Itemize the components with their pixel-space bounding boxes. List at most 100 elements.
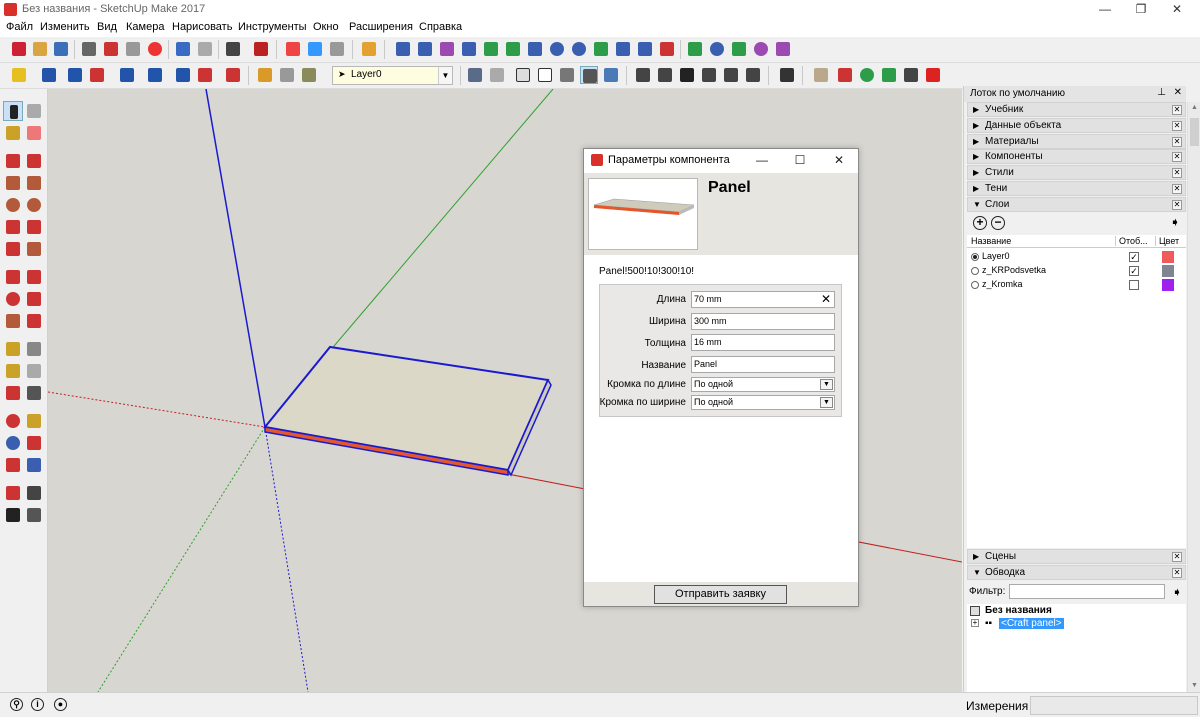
- menu-extensions[interactable]: Расширения: [349, 21, 413, 33]
- active-layer-radio[interactable]: [971, 281, 979, 289]
- section-shadows[interactable]: ▶ Тени ✕: [967, 181, 1186, 196]
- copy-icon[interactable]: [102, 40, 120, 58]
- move-up-icon[interactable]: [40, 66, 58, 84]
- offset-icon[interactable]: [24, 311, 44, 331]
- push-pull-icon[interactable]: [24, 267, 44, 287]
- front-view-icon[interactable]: [678, 66, 696, 84]
- circle-icon[interactable]: [3, 195, 23, 215]
- rotate-icon[interactable]: [3, 289, 23, 309]
- visibility-checkbox[interactable]: ✓: [1129, 266, 1139, 276]
- curve2-tool-icon[interactable]: [438, 40, 456, 58]
- stack-icon[interactable]: [66, 66, 84, 84]
- close-icon[interactable]: ✕: [1172, 184, 1182, 194]
- left-view-icon[interactable]: [744, 66, 762, 84]
- pencil-icon[interactable]: [360, 40, 378, 58]
- hidden-line-icon[interactable]: [536, 66, 554, 84]
- arc2-icon[interactable]: [24, 217, 44, 237]
- previous-view-icon[interactable]: [24, 455, 44, 475]
- monochrome-icon[interactable]: [602, 66, 620, 84]
- close-icon[interactable]: ✕: [1172, 152, 1182, 162]
- paste-icon[interactable]: [124, 40, 142, 58]
- rotate-left-icon[interactable]: [174, 66, 192, 84]
- width-input[interactable]: 300 mm: [691, 313, 835, 330]
- zoom-window-icon[interactable]: [24, 433, 44, 453]
- menu-view[interactable]: Вид: [97, 21, 117, 33]
- look-around-icon[interactable]: [24, 483, 44, 503]
- eraser-icon[interactable]: [24, 123, 44, 143]
- menu-tools[interactable]: Инструменты: [238, 21, 307, 33]
- section-plane-icon[interactable]: [24, 505, 44, 525]
- close-icon[interactable]: ✕: [1172, 552, 1182, 562]
- paint-bucket-icon[interactable]: [3, 123, 23, 143]
- mirror-icon[interactable]: [146, 66, 164, 84]
- layer-row[interactable]: z_KRPodsvetka ✓: [967, 264, 1186, 278]
- layer-color-swatch[interactable]: [1162, 279, 1174, 291]
- close-icon[interactable]: ✕: [1172, 568, 1182, 578]
- arc-icon[interactable]: [3, 217, 23, 237]
- layer-row[interactable]: z_Kromka: [967, 278, 1186, 292]
- column-visible[interactable]: Отоб...: [1115, 236, 1148, 246]
- shape-tool-icon[interactable]: [774, 40, 792, 58]
- back-edges-icon[interactable]: [488, 66, 506, 84]
- close-icon[interactable]: ✕: [1174, 87, 1182, 98]
- select-tool-icon[interactable]: [3, 101, 23, 121]
- refresh-green-icon[interactable]: [858, 66, 876, 84]
- export-icon[interactable]: [778, 66, 796, 84]
- panel-tool-icon[interactable]: [812, 66, 830, 84]
- new-file-icon[interactable]: [10, 40, 28, 58]
- arc3-icon[interactable]: [3, 239, 23, 259]
- submit-request-button[interactable]: Отправить заявку: [654, 585, 787, 604]
- close-button[interactable]: ✕: [1154, 0, 1200, 19]
- box-blue-icon[interactable]: [306, 40, 324, 58]
- delete-layer-button[interactable]: −: [991, 216, 1005, 230]
- column-color[interactable]: Цвет: [1155, 236, 1179, 246]
- layer-color-icon[interactable]: [300, 66, 318, 84]
- xray-icon[interactable]: [466, 66, 484, 84]
- round-tool-icon[interactable]: [658, 40, 676, 58]
- cube-red-icon[interactable]: [924, 66, 942, 84]
- hook-tool-icon[interactable]: [614, 40, 632, 58]
- zoom-extents-icon[interactable]: [3, 455, 23, 475]
- geo-location-icon[interactable]: ⚲: [10, 698, 23, 711]
- undo-icon[interactable]: [174, 40, 192, 58]
- length-input[interactable]: 70 mm ✕: [691, 291, 835, 308]
- visibility-checkbox[interactable]: ✓: [1129, 252, 1139, 262]
- menu-file[interactable]: Файл: [6, 21, 33, 33]
- back-view-icon[interactable]: [722, 66, 740, 84]
- edge-length-select[interactable]: По одной ▼: [691, 377, 835, 392]
- chevron-down-icon[interactable]: ▼: [438, 67, 452, 84]
- ellipse-tool-icon[interactable]: [570, 40, 588, 58]
- curve-tool-icon[interactable]: [416, 40, 434, 58]
- close-icon[interactable]: ✕: [1172, 121, 1182, 131]
- rotate-right-icon[interactable]: [196, 66, 214, 84]
- section-entity-info[interactable]: ▶ Данные объекта ✕: [967, 118, 1186, 133]
- loop-tool-icon[interactable]: [752, 40, 770, 58]
- section-layers[interactable]: ▼ Слои ✕: [967, 197, 1186, 212]
- flip-icon[interactable]: [88, 66, 106, 84]
- pan-icon[interactable]: [24, 411, 44, 431]
- close-icon[interactable]: ✕: [1172, 168, 1182, 178]
- chevron-down-icon[interactable]: ▼: [820, 397, 833, 408]
- scroll-thumb[interactable]: [1190, 118, 1199, 146]
- close-icon[interactable]: ✕: [1172, 200, 1182, 210]
- details-arrow-icon[interactable]: ➧: [1172, 585, 1182, 599]
- orbit-icon[interactable]: [3, 411, 23, 431]
- filter-input[interactable]: [1009, 584, 1165, 599]
- redo-icon[interactable]: [196, 40, 214, 58]
- section-components[interactable]: ▶ Компоненты ✕: [967, 149, 1186, 164]
- pushpin-icon[interactable]: [224, 66, 242, 84]
- measurements-input[interactable]: [1030, 696, 1198, 715]
- layer-select[interactable]: ➤ Layer0 ▼: [332, 66, 453, 85]
- menu-window[interactable]: Окно: [313, 21, 339, 33]
- pin-icon[interactable]: ⊥: [1157, 87, 1166, 98]
- points-tool-icon[interactable]: [708, 40, 726, 58]
- layer-row[interactable]: Layer0 ✓: [967, 250, 1186, 264]
- gear-green-icon[interactable]: [880, 66, 898, 84]
- erase-icon[interactable]: [146, 40, 164, 58]
- print-icon[interactable]: [224, 40, 242, 58]
- edge-width-select[interactable]: По одной ▼: [691, 395, 835, 410]
- wireframe-icon[interactable]: [514, 66, 532, 84]
- menu-draw[interactable]: Нарисовать: [172, 21, 232, 33]
- follow-me-icon[interactable]: [24, 289, 44, 309]
- top-view-icon[interactable]: [656, 66, 674, 84]
